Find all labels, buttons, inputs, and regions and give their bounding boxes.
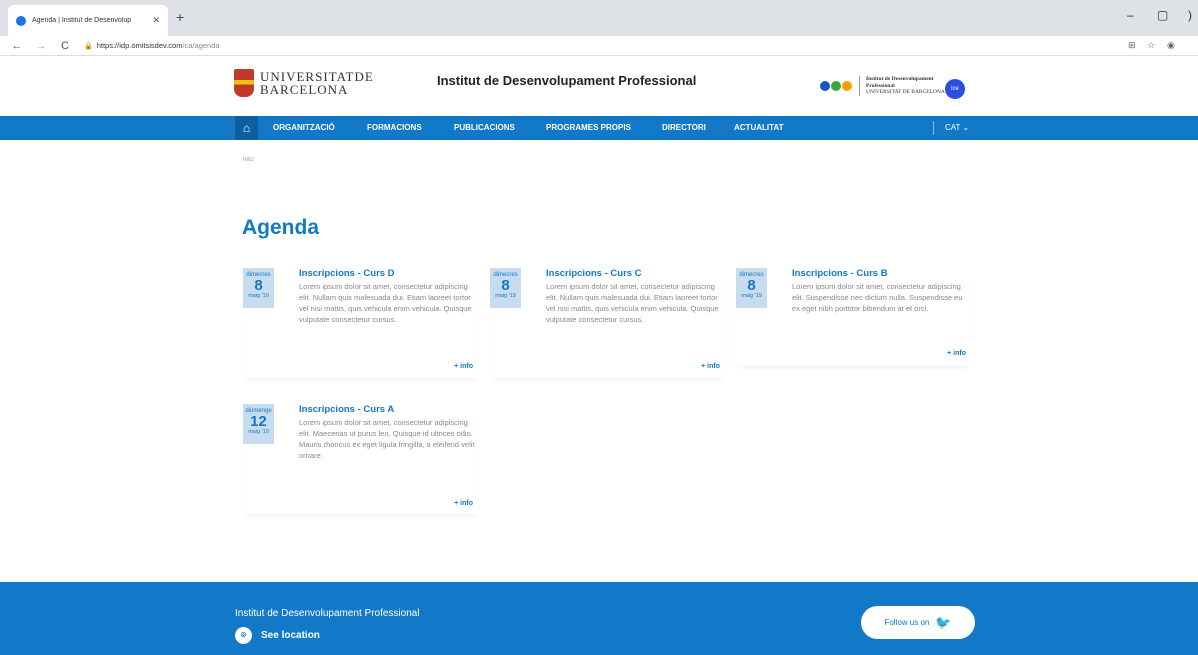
idp-line3: UNIVERSITAT DE BARCELONA [866,89,945,95]
idp-dot-p-icon [842,80,852,91]
nav-item-actualitat[interactable]: ACTUALITAT [734,123,783,132]
browser-tab[interactable]: Agenda | Institut de Desenvolup ✕ [8,5,168,36]
more-info-link[interactable]: + info [454,363,473,370]
date-day: 8 [254,277,263,294]
close-tab-icon[interactable]: ✕ [152,15,160,26]
follow-label: Follow us on [884,618,930,627]
lock-icon: 🔒 [84,42,93,50]
date-day: 12 [250,413,267,430]
date-badge: dimecres 8 maig '19 [243,268,274,308]
new-tab-icon[interactable]: + [176,9,184,25]
follow-twitter-button[interactable]: Follow us on 🐦 [861,606,975,639]
site-header: UNIVERSITATDE BARCELONA Institut de Dese… [0,57,1198,116]
more-info-link[interactable]: + info [947,350,966,357]
event-card: dimecres 8 maig '19 Inscripcions - Curs … [736,268,972,366]
breadcrumb[interactable]: Inici [243,157,254,163]
see-location-label: See location [261,630,320,641]
event-title[interactable]: Inscripcions - Curs D [299,268,395,279]
ub-shield-icon [234,69,254,97]
site-footer: Institut de Desenvolupament Professional… [0,582,1198,655]
date-month: maig '19 [248,429,269,435]
language-selector[interactable]: CAT ⌄ [945,123,969,132]
idp-dot-i-icon [820,80,830,91]
url-path: /ca/agenda [182,41,220,50]
home-icon[interactable]: ⌂ [235,116,258,140]
ub-line2: BARCELONA [260,82,349,97]
event-card: dimecres 8 maig '19 Inscripcions - Curs … [490,268,726,378]
date-badge: dimecres 8 maig '19 [736,268,767,308]
nav-item-publicacions[interactable]: PUBLICACIONS [454,123,515,132]
nav-item-formacions[interactable]: FORMACIONS [367,123,422,132]
ice-badge[interactable]: ice [945,79,965,99]
site-title: Institut de Desenvolupament Professional [437,73,697,88]
date-month: maig '19 [495,293,516,299]
event-card: diumenge 12 maig '19 Inscripcions - Curs… [243,404,479,514]
tab-title: Agenda | Institut de Desenvolup [32,17,132,24]
url-host: https://idp.omitsisdev.com [96,41,183,50]
event-title[interactable]: Inscripcions - Curs C [546,268,642,279]
event-description: Lorem ipsum dolor sit amet, consectetur … [546,282,719,324]
nav-item-directori[interactable]: DIRECTORI [662,123,706,132]
event-description: Lorem ipsum dolor sit amet, consectetur … [299,418,475,460]
event-card: dimecres 8 maig '19 Inscripcions - Curs … [243,268,479,378]
forward-icon[interactable]: → [34,40,48,52]
profile-icon[interactable]: ◉ [1167,40,1175,51]
date-month: maig '19 [248,293,269,299]
translate-icon[interactable]: ⊞ [1128,40,1136,51]
idp-line1: Institut de Desenvolupament [866,76,934,82]
event-title[interactable]: Inscripcions - Curs A [299,404,394,415]
date-day: 8 [747,277,756,294]
event-description: Lorem ipsum dolor sit amet, consectetur … [299,282,472,324]
more-info-link[interactable]: + info [701,363,720,370]
date-day: 8 [501,277,510,294]
idp-logo[interactable]: Institut de Desenvolupament Professional… [820,76,945,96]
see-location-link[interactable]: ⌾ See location [235,627,320,644]
nav-item-programes-propis[interactable]: PROGRAMES PROPIS [546,123,631,132]
event-title[interactable]: Inscripcions - Curs B [792,268,888,279]
event-description: Lorem ipsum dolor sit amet, consectetur … [792,282,963,313]
date-badge: diumenge 12 maig '19 [243,404,274,444]
more-info-link[interactable]: + info [454,500,473,507]
minimize-icon[interactable]: – [1127,8,1134,22]
date-month: maig '19 [741,293,762,299]
back-icon[interactable]: ← [10,40,24,52]
nav-divider [933,121,934,135]
ub-logo[interactable]: UNIVERSITATDE BARCELONA [234,69,374,97]
bookmark-star-icon[interactable]: ☆ [1147,40,1155,51]
page-title: Agenda [242,216,320,239]
address-bar: ← → C 🔒 https://idp.omitsisdev.com /ca/a… [0,36,1198,56]
date-badge: dimecres 8 maig '19 [490,268,521,308]
close-window-icon[interactable]: ) [1188,8,1192,22]
footer-title: Institut de Desenvolupament Professional [235,608,420,619]
nav-item-organitzacio[interactable]: ORGANITZACIÓ [273,123,335,132]
location-pin-icon: ⌾ [235,627,252,644]
twitter-bird-icon: 🐦 [935,614,952,630]
idp-dot-d-icon [831,80,841,91]
favicon-icon [16,15,26,26]
maximize-icon[interactable]: ▢ [1157,8,1168,22]
reload-icon[interactable]: C [58,40,72,52]
url-field[interactable]: 🔒 https://idp.omitsisdev.com /ca/agenda [84,41,220,50]
main-nav: ⌂ ORGANITZACIÓ FORMACIONS PUBLICACIONS P… [0,116,1198,140]
browser-tabbar: Agenda | Institut de Desenvolup ✕ + – ▢ … [0,0,1198,36]
